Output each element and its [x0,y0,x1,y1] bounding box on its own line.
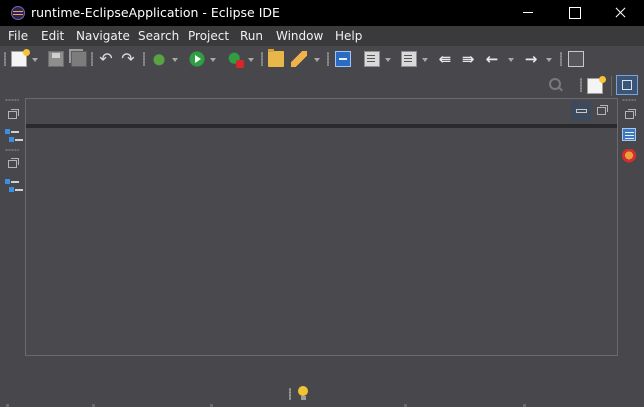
menu-navigate[interactable]: Navigate [76,29,130,43]
annotation-dropdown-icon[interactable] [422,58,428,62]
save-icon[interactable] [48,51,64,67]
new-dropdown-icon[interactable] [32,58,38,62]
back-icon[interactable]: ← [484,51,500,67]
next-annotation-icon[interactable] [401,51,417,67]
left-trim-grip[interactable] [5,99,19,101]
close-button[interactable] [597,0,643,26]
title-bar: runtime-EclipseApplication - Eclipse IDE [0,0,644,26]
main-toolbar: ↶ ↷ ⇚ ⇛ ← → [0,46,644,72]
forward-edit-icon[interactable]: ⇛ [460,51,476,67]
external-tool-dropdown-icon[interactable] [248,58,254,62]
toolbar-grip[interactable] [4,52,6,66]
pencil-dropdown-icon[interactable] [314,58,320,62]
debug-icon[interactable] [151,51,167,67]
menu-project[interactable]: Project [188,29,229,43]
left-trim-grip[interactable] [5,149,19,151]
back-edit-icon[interactable]: ⇚ [437,51,453,67]
editor-tab-underline [26,124,617,128]
restore-icon[interactable] [8,158,19,168]
minimize-button[interactable] [505,0,551,26]
undo-icon[interactable]: ↶ [98,51,114,67]
toolbar-grip[interactable] [91,52,93,66]
run-dropdown-icon[interactable] [210,58,216,62]
task-list-icon[interactable] [622,128,636,141]
task-dropdown-icon[interactable] [385,58,391,62]
perspective-grip[interactable] [580,78,582,92]
toolbar-grip[interactable] [327,52,329,66]
status-grip[interactable] [289,388,291,400]
menu-bar: File Edit Navigate Search Project Run Wi… [0,26,644,46]
back-dropdown-icon[interactable] [508,58,514,62]
menu-edit[interactable]: Edit [41,29,64,43]
right-trim-grip[interactable] [622,99,636,101]
toolbar-grip[interactable] [560,52,562,66]
menu-window[interactable]: Window [276,29,323,43]
window-title: runtime-EclipseApplication - Eclipse IDE [31,5,280,20]
debug-dropdown-icon[interactable] [172,58,178,62]
restore-icon[interactable] [597,105,608,115]
restore-icon[interactable] [625,109,636,119]
toolbar-grip[interactable] [143,52,145,66]
redo-icon[interactable]: ↷ [120,51,136,67]
pencil-icon[interactable] [291,51,307,67]
new-wizard-icon[interactable] [11,49,30,67]
open-type-icon[interactable] [268,49,284,67]
restore-icon[interactable] [8,109,19,119]
menu-file[interactable]: File [8,29,28,43]
eclipse-icon [11,6,25,20]
menu-help[interactable]: Help [335,29,362,43]
minimize-icon[interactable] [571,101,591,121]
toolbar-grip[interactable] [261,52,263,66]
run-external-tool-icon[interactable] [227,51,244,68]
save-all-icon[interactable] [71,51,87,67]
open-task-icon[interactable] [364,51,380,67]
perspective-glyph-icon [622,80,632,90]
forward-dropdown-icon[interactable] [546,58,552,62]
forward-icon[interactable]: → [523,51,539,67]
lightbulb-icon[interactable] [297,386,309,402]
editor-tab-strip [26,99,617,124]
editor-area [25,98,618,356]
open-perspective-toolbar-icon[interactable] [568,51,584,67]
toggle-block-icon[interactable] [335,51,351,67]
outline-icon[interactable] [5,179,19,193]
plugin-development-perspective-icon[interactable] [616,75,638,95]
problems-icon[interactable] [621,149,637,165]
menu-search[interactable]: Search [138,29,179,43]
package-explorer-icon[interactable] [5,129,19,143]
run-icon[interactable] [189,51,205,67]
maximize-button[interactable] [551,0,597,26]
open-perspective-icon[interactable] [587,76,606,94]
perspective-separator [611,76,612,96]
menu-run[interactable]: Run [240,29,263,43]
search-icon[interactable] [549,78,563,92]
